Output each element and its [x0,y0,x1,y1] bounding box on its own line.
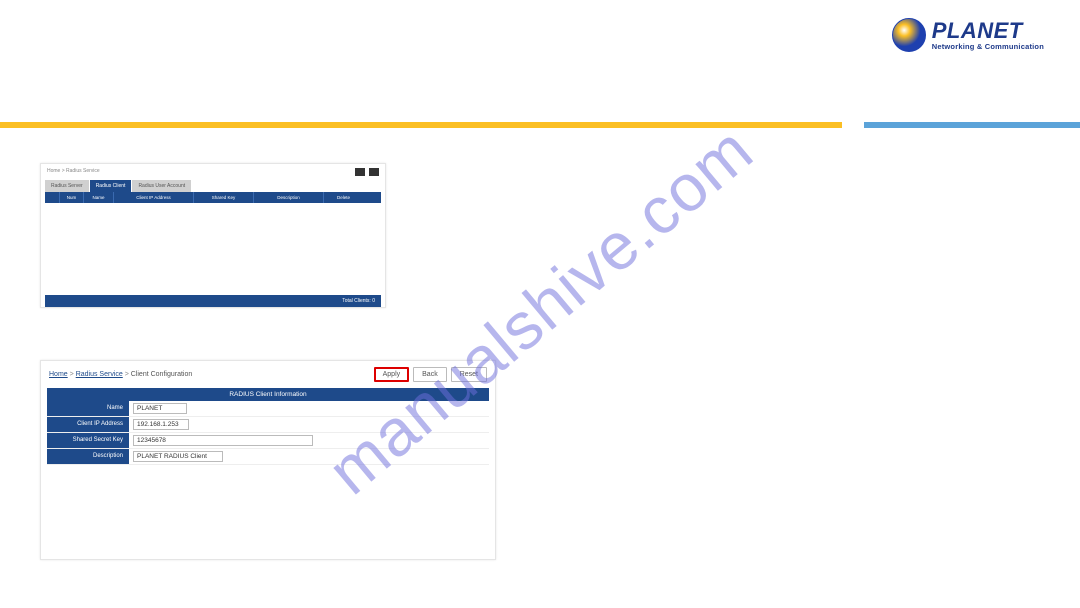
col-key: Shared Key [193,192,253,203]
label-key: Shared Secret Key [47,433,129,448]
col-desc: Description [253,192,323,203]
desc-field[interactable] [133,451,223,462]
tab-radius-client[interactable]: Radius Client [90,180,132,192]
col-ip: Client IP Address [113,192,193,203]
tab-bar: Radius Server Radius Client Radius User … [45,180,381,192]
planet-globe-icon [892,18,926,52]
add-icon[interactable] [355,168,365,176]
crumb-home[interactable]: Home [49,371,68,378]
brand-text: PLANET Networking & Communication [932,20,1044,51]
row-name: Name [47,401,489,417]
label-ip: Client IP Address [47,417,129,432]
tab-radius-server[interactable]: Radius Server [45,180,89,192]
ip-field[interactable] [133,419,189,430]
apply-button[interactable]: Apply [374,367,410,382]
label-name: Name [47,401,129,416]
label-desc: Description [47,449,129,464]
section-header: RADIUS Client Information [47,388,489,401]
crumb-radius-service[interactable]: Radius Service [76,371,123,378]
brand-title: PLANET [932,20,1044,42]
col-checkbox [45,192,59,203]
brand-subtitle: Networking & Communication [932,42,1044,51]
row-key: Shared Secret Key [47,433,489,449]
col-num: Num [59,192,83,203]
delete-icon[interactable] [369,168,379,176]
radius-client-list-panel: Home > Radius Service Radius Server Radi… [40,163,386,308]
client-config-panel: Home > Radius Service > Client Configura… [40,360,496,560]
breadcrumb: Home > Radius Service [41,164,385,178]
key-field[interactable] [133,435,313,446]
name-field[interactable] [133,403,187,414]
tab-radius-user-account[interactable]: Radius User Account [132,180,191,192]
table-header: Num Name Client IP Address Shared Key De… [45,192,381,203]
row-desc: Description [47,449,489,465]
crumb-current: Client Configuration [131,371,192,378]
back-button[interactable]: Back [413,367,447,382]
col-delete: Delete [323,192,363,203]
row-ip: Client IP Address [47,417,489,433]
action-buttons: Apply Back Reset [374,367,487,382]
col-name: Name [83,192,113,203]
panel-action-icons [355,168,379,176]
reset-button[interactable]: Reset [451,367,487,382]
table-footer: Total Clients: 0 [45,295,381,307]
breadcrumb: Home > Radius Service > Client Configura… [49,371,192,378]
brand-logo: PLANET Networking & Communication [892,18,1044,52]
page-divider [0,122,1080,128]
